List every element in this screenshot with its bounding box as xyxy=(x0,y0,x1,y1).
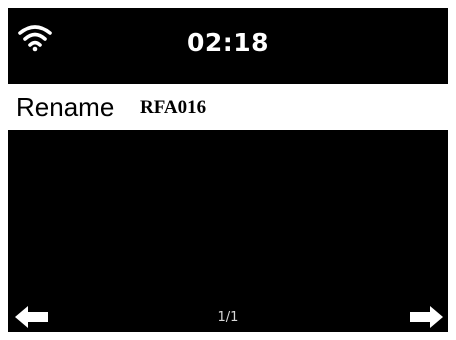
page-indicator: 1/1 xyxy=(217,310,239,325)
menu-item-label: Rename xyxy=(16,92,115,122)
status-bar: 02:18 xyxy=(8,8,448,78)
device-screen: 02:18 Rename RFA016 1/1 xyxy=(8,8,448,332)
menu-item-value: RFA016 xyxy=(140,97,207,118)
clock-time: 02:18 xyxy=(186,28,270,57)
menu-item-rename[interactable]: Rename RFA016 xyxy=(8,84,448,130)
arrow-right-icon[interactable] xyxy=(408,304,444,330)
